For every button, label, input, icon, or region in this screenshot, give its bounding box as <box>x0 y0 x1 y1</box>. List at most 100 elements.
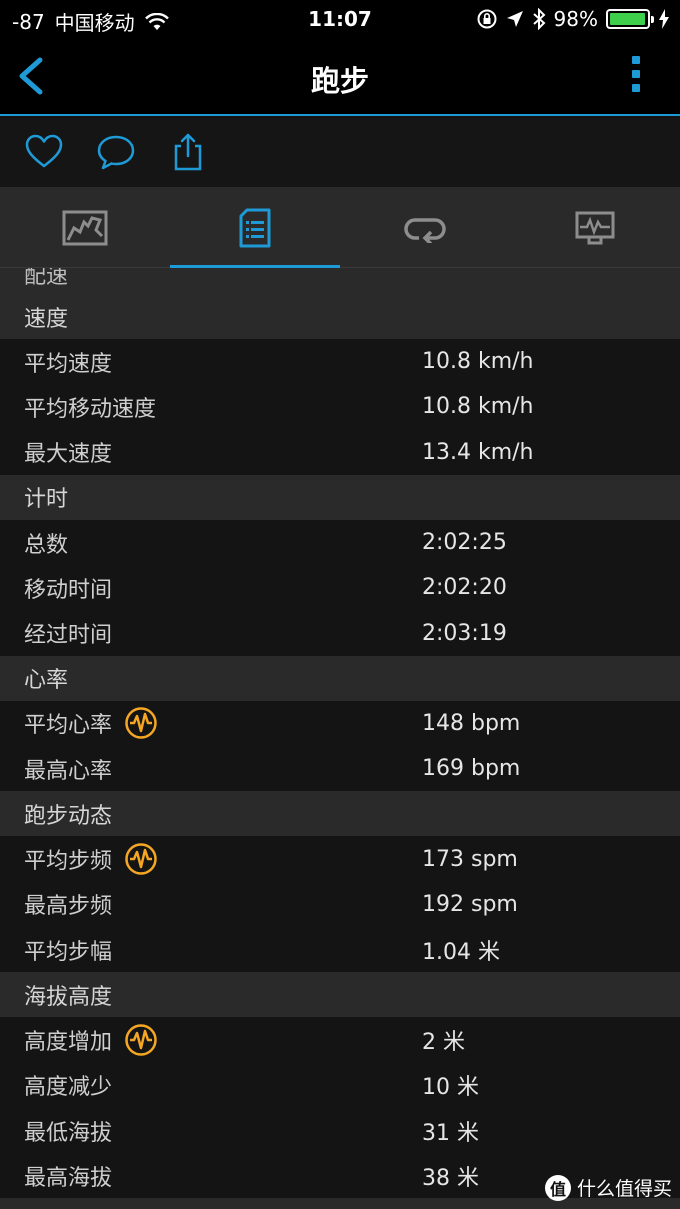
stat-label: 平均步频 <box>24 849 113 875</box>
tab-map[interactable] <box>0 188 170 268</box>
stat-label: 平均移动速度 <box>24 396 157 422</box>
heart-rate-broadcast-icon[interactable] <box>124 706 158 740</box>
stat-value: 10.8 km/h <box>422 349 534 375</box>
stat-label: 最高步频 <box>24 894 113 920</box>
stat-label-wrap: 平均步频 <box>24 842 158 876</box>
document-list-icon <box>239 208 271 248</box>
stat-label: 高度减少 <box>24 1075 113 1101</box>
stat-value: 10.8 km/h <box>422 394 534 420</box>
more-options-icon[interactable] <box>632 56 642 96</box>
stat-label: 平均步幅 <box>24 939 113 965</box>
stat-label-wrap: 最高步频 <box>24 888 112 920</box>
tab-bar <box>0 188 680 268</box>
stat-value: 31 米 <box>422 1120 479 1146</box>
stat-label: 最大速度 <box>24 442 113 468</box>
stat-value: 10 米 <box>422 1075 479 1101</box>
tab-details[interactable] <box>170 188 340 268</box>
stat-value: 38 米 <box>422 1165 479 1191</box>
stat-label: 平均速度 <box>24 351 113 377</box>
stat-row: 平均步幅 1.04 米 <box>0 927 680 972</box>
stat-label-wrap: 平均步幅 <box>24 934 112 966</box>
stat-label: 经过时间 <box>24 623 113 649</box>
section-title: 心率 <box>24 668 69 694</box>
rotation-lock-icon <box>477 9 497 29</box>
stat-label-wrap: 最低海拔 <box>24 1115 112 1147</box>
stat-value: 1.04 米 <box>422 939 500 965</box>
stat-row: 最高步频 192 spm <box>0 882 680 927</box>
stat-label-wrap: 高度减少 <box>24 1069 112 1101</box>
stat-label-wrap: 最大速度 <box>24 436 112 468</box>
action-bar <box>0 118 680 188</box>
map-icon <box>62 210 108 246</box>
heart-rate-broadcast-icon[interactable] <box>124 842 158 876</box>
stat-row: 高度增加 2 米 <box>0 1017 680 1062</box>
section-header-partial: 配速 <box>0 268 680 294</box>
section-header: 速度 <box>0 294 680 339</box>
section-title: 跑步动态 <box>24 803 113 829</box>
stat-label-wrap: 总数 <box>24 527 68 559</box>
stat-label-wrap: 最高海拔 <box>24 1160 112 1192</box>
share-icon[interactable] <box>168 132 208 172</box>
stat-value: 148 bpm <box>422 710 521 736</box>
section-title: 计时 <box>24 487 69 513</box>
stat-label-wrap: 平均移动速度 <box>24 391 156 423</box>
stat-value: 13.4 km/h <box>422 439 534 465</box>
navigation-bar: 跑步 <box>0 38 680 116</box>
stat-row: 最大速度 13.4 km/h <box>0 430 680 475</box>
section-header: 计时 <box>0 474 680 520</box>
section-title: 速度 <box>24 306 69 332</box>
stat-row: 经过时间 2:03:19 <box>0 610 680 655</box>
stat-value: 2:02:25 <box>422 530 507 556</box>
stat-label-wrap: 平均心率 <box>24 706 158 740</box>
battery-percent: 98% <box>553 7 598 31</box>
stat-row: 高度减少 10 米 <box>0 1063 680 1108</box>
tab-charts[interactable] <box>510 188 680 268</box>
stat-row: 平均心率 148 bpm <box>0 701 680 746</box>
section-title: 配速 <box>24 268 69 289</box>
charging-bolt-icon <box>659 9 669 29</box>
bluetooth-icon <box>532 8 545 30</box>
watermark-logo: 值 什么值得买 <box>544 1174 672 1201</box>
stat-label-wrap: 经过时间 <box>24 617 112 649</box>
stat-row: 平均移动速度 10.8 km/h <box>0 384 680 429</box>
section-header: 海拔高度 <box>0 972 680 1018</box>
stat-label: 最高海拔 <box>24 1165 113 1191</box>
comment-icon[interactable] <box>96 132 136 172</box>
stat-row: 总数 2:02:25 <box>0 520 680 565</box>
loop-icon <box>404 218 446 243</box>
watermark-badge: 值 <box>544 1174 571 1201</box>
stat-row: 平均步频 173 spm <box>0 836 680 881</box>
stat-label-wrap: 最高心率 <box>24 753 112 785</box>
chart-icon <box>575 211 615 245</box>
stat-row: 最低海拔 31 米 <box>0 1108 680 1153</box>
stat-value: 169 bpm <box>422 756 521 782</box>
stat-row: 移动时间 2:02:20 <box>0 565 680 610</box>
stat-value: 173 spm <box>422 846 518 872</box>
stat-row: 平均速度 10.8 km/h <box>0 339 680 384</box>
watermark-text: 什么值得买 <box>576 1178 672 1200</box>
stat-value: 2:03:19 <box>422 620 507 646</box>
stat-row: 最高心率 169 bpm <box>0 746 680 791</box>
stat-label: 高度增加 <box>24 1029 113 1055</box>
stat-label: 最高心率 <box>24 758 113 784</box>
stat-value: 2:02:20 <box>422 575 507 601</box>
stat-label: 移动时间 <box>24 577 113 603</box>
stat-label: 平均心率 <box>24 713 113 739</box>
stat-label-wrap: 移动时间 <box>24 572 112 604</box>
stat-label-wrap: 高度增加 <box>24 1023 158 1057</box>
stat-label-wrap: 平均速度 <box>24 346 112 378</box>
stat-label: 最低海拔 <box>24 1120 113 1146</box>
heart-icon[interactable] <box>24 132 64 172</box>
status-bar: -87 中国移动 11:07 98% <box>0 0 680 38</box>
section-title: 海拔高度 <box>24 984 113 1010</box>
tab-laps[interactable] <box>340 188 510 268</box>
section-header: 心率 <box>0 655 680 701</box>
page-title: 跑步 <box>310 64 369 98</box>
battery-icon <box>606 9 654 29</box>
stat-value: 2 米 <box>422 1029 465 1055</box>
stats-list[interactable]: 配速 速度平均速度 10.8 km/h 平均移动速度 10.8 km/h 最大速度 13.… <box>0 268 680 1209</box>
section-header: 跑步动态 <box>0 791 680 837</box>
stat-value: 192 spm <box>422 891 518 917</box>
stat-label: 总数 <box>24 532 69 558</box>
heart-rate-broadcast-icon[interactable] <box>124 1023 158 1057</box>
